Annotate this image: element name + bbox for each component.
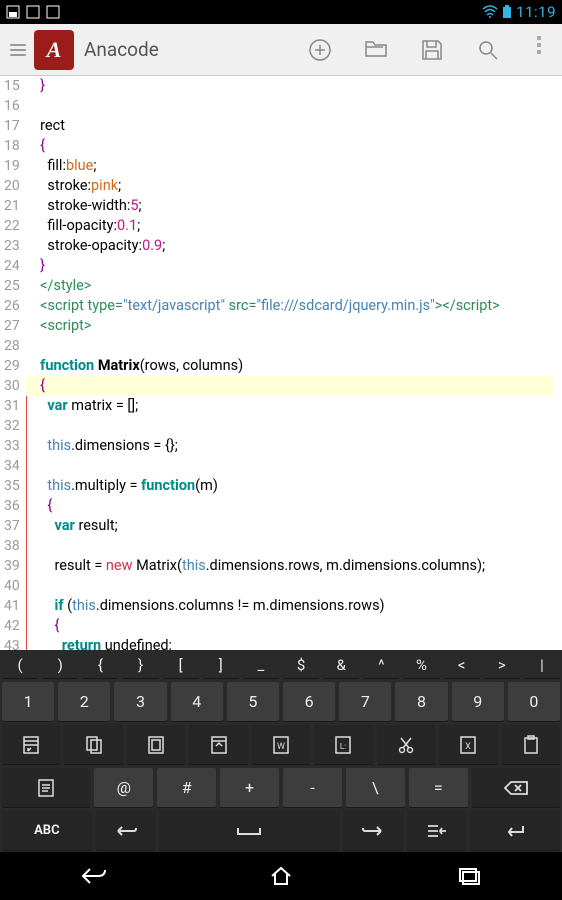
indent-guide <box>26 396 27 650</box>
key-redo[interactable] <box>343 811 403 850</box>
key-doc-nav[interactable] <box>189 725 247 764</box>
key-{[interactable]: { <box>82 652 118 678</box>
key-enter[interactable] <box>470 811 560 850</box>
key-=[interactable]: = <box>409 768 468 807</box>
search-button[interactable] <box>474 36 502 64</box>
new-file-button[interactable] <box>306 36 334 64</box>
notification-icon <box>46 5 60 19</box>
key-[[interactable]: [ <box>163 652 199 678</box>
key-8[interactable]: 8 <box>395 682 447 721</box>
key-excel[interactable]: X <box>439 725 497 764</box>
key-4[interactable]: 4 <box>171 682 223 721</box>
key-2[interactable]: 2 <box>58 682 110 721</box>
app-logo: A <box>34 30 74 70</box>
battery-icon <box>502 5 512 19</box>
app-bar: A Anacode <box>0 24 562 76</box>
keyboard-number-row: 1234567890 <box>0 680 562 723</box>
key-copy[interactable] <box>64 725 122 764</box>
key-&[interactable]: & <box>323 652 359 678</box>
key-#[interactable]: # <box>157 768 216 807</box>
key-@[interactable]: @ <box>94 768 153 807</box>
key-5[interactable]: 5 <box>227 682 279 721</box>
status-notification-icons <box>6 5 60 19</box>
keyboard-function-row: W L: X <box>0 723 562 766</box>
key-9[interactable]: 9 <box>452 682 504 721</box>
key-+[interactable]: + <box>220 768 279 807</box>
key-undo[interactable] <box>96 811 156 850</box>
nav-recent-button[interactable] <box>448 861 488 891</box>
key-\[interactable]: \ <box>346 768 405 807</box>
keyboard-symbol-row: (){}[]_$&^%<>| <box>0 650 562 680</box>
nav-back-button[interactable] <box>74 861 114 891</box>
code-editor[interactable]: 1516171819202122232425262728293031323334… <box>0 76 562 650</box>
key-format[interactable] <box>2 768 90 807</box>
wifi-icon <box>482 5 498 19</box>
key-7[interactable]: 7 <box>339 682 391 721</box>
drawer-toggle[interactable] <box>6 40 30 60</box>
key-paste[interactable] <box>127 725 185 764</box>
code-content[interactable]: } rect { fill:blue; stroke:pink; stroke-… <box>26 76 562 650</box>
notification-icon <box>6 5 20 19</box>
android-nav-bar <box>0 852 562 900</box>
key--[interactable]: - <box>283 768 342 807</box>
key-}[interactable]: } <box>122 652 158 678</box>
key-cut[interactable] <box>377 725 435 764</box>
key-word[interactable]: W <box>252 725 310 764</box>
key-$[interactable]: $ <box>283 652 319 678</box>
key-6[interactable]: 6 <box>283 682 335 721</box>
key-0[interactable]: 0 <box>508 682 560 721</box>
key-space[interactable] <box>159 811 338 850</box>
keyboard-control-row: ABC <box>0 809 562 852</box>
key-^[interactable]: ^ <box>363 652 399 678</box>
key-indent[interactable] <box>407 811 467 850</box>
svg-text:X: X <box>465 742 471 752</box>
key-backspace[interactable] <box>472 768 560 807</box>
key-<[interactable]: < <box>444 652 480 678</box>
open-folder-button[interactable] <box>362 36 390 64</box>
key-%[interactable]: % <box>403 652 439 678</box>
key-)[interactable]: ) <box>42 652 78 678</box>
soft-keyboard: (){}[]_$&^%<>| 1234567890 W L: X @#+-\= … <box>0 650 562 852</box>
svg-text:W: W <box>277 742 285 752</box>
key-][interactable]: ] <box>203 652 239 678</box>
svg-text:L:: L: <box>340 742 346 751</box>
key-abc[interactable]: ABC <box>2 811 92 850</box>
app-title: Anacode <box>84 38 159 61</box>
key-clipboard[interactable] <box>502 725 560 764</box>
key-_[interactable]: _ <box>243 652 279 678</box>
keyboard-operator-row: @#+-\= <box>0 766 562 809</box>
key-1[interactable]: 1 <box>2 682 54 721</box>
save-button[interactable] <box>418 36 446 64</box>
key-3[interactable]: 3 <box>114 682 166 721</box>
notification-icon <box>26 5 40 19</box>
clock: 11:19 <box>516 3 556 21</box>
key-doc-prev[interactable] <box>2 725 60 764</box>
line-number-gutter: 1516171819202122232425262728293031323334… <box>0 76 26 650</box>
key->[interactable]: > <box>484 652 520 678</box>
status-bar: 11:19 <box>0 0 562 24</box>
key-line[interactable]: L: <box>314 725 372 764</box>
overflow-menu-button[interactable] <box>530 36 548 64</box>
key-|[interactable]: | <box>524 652 560 678</box>
key-([interactable]: ( <box>2 652 38 678</box>
nav-home-button[interactable] <box>261 861 301 891</box>
